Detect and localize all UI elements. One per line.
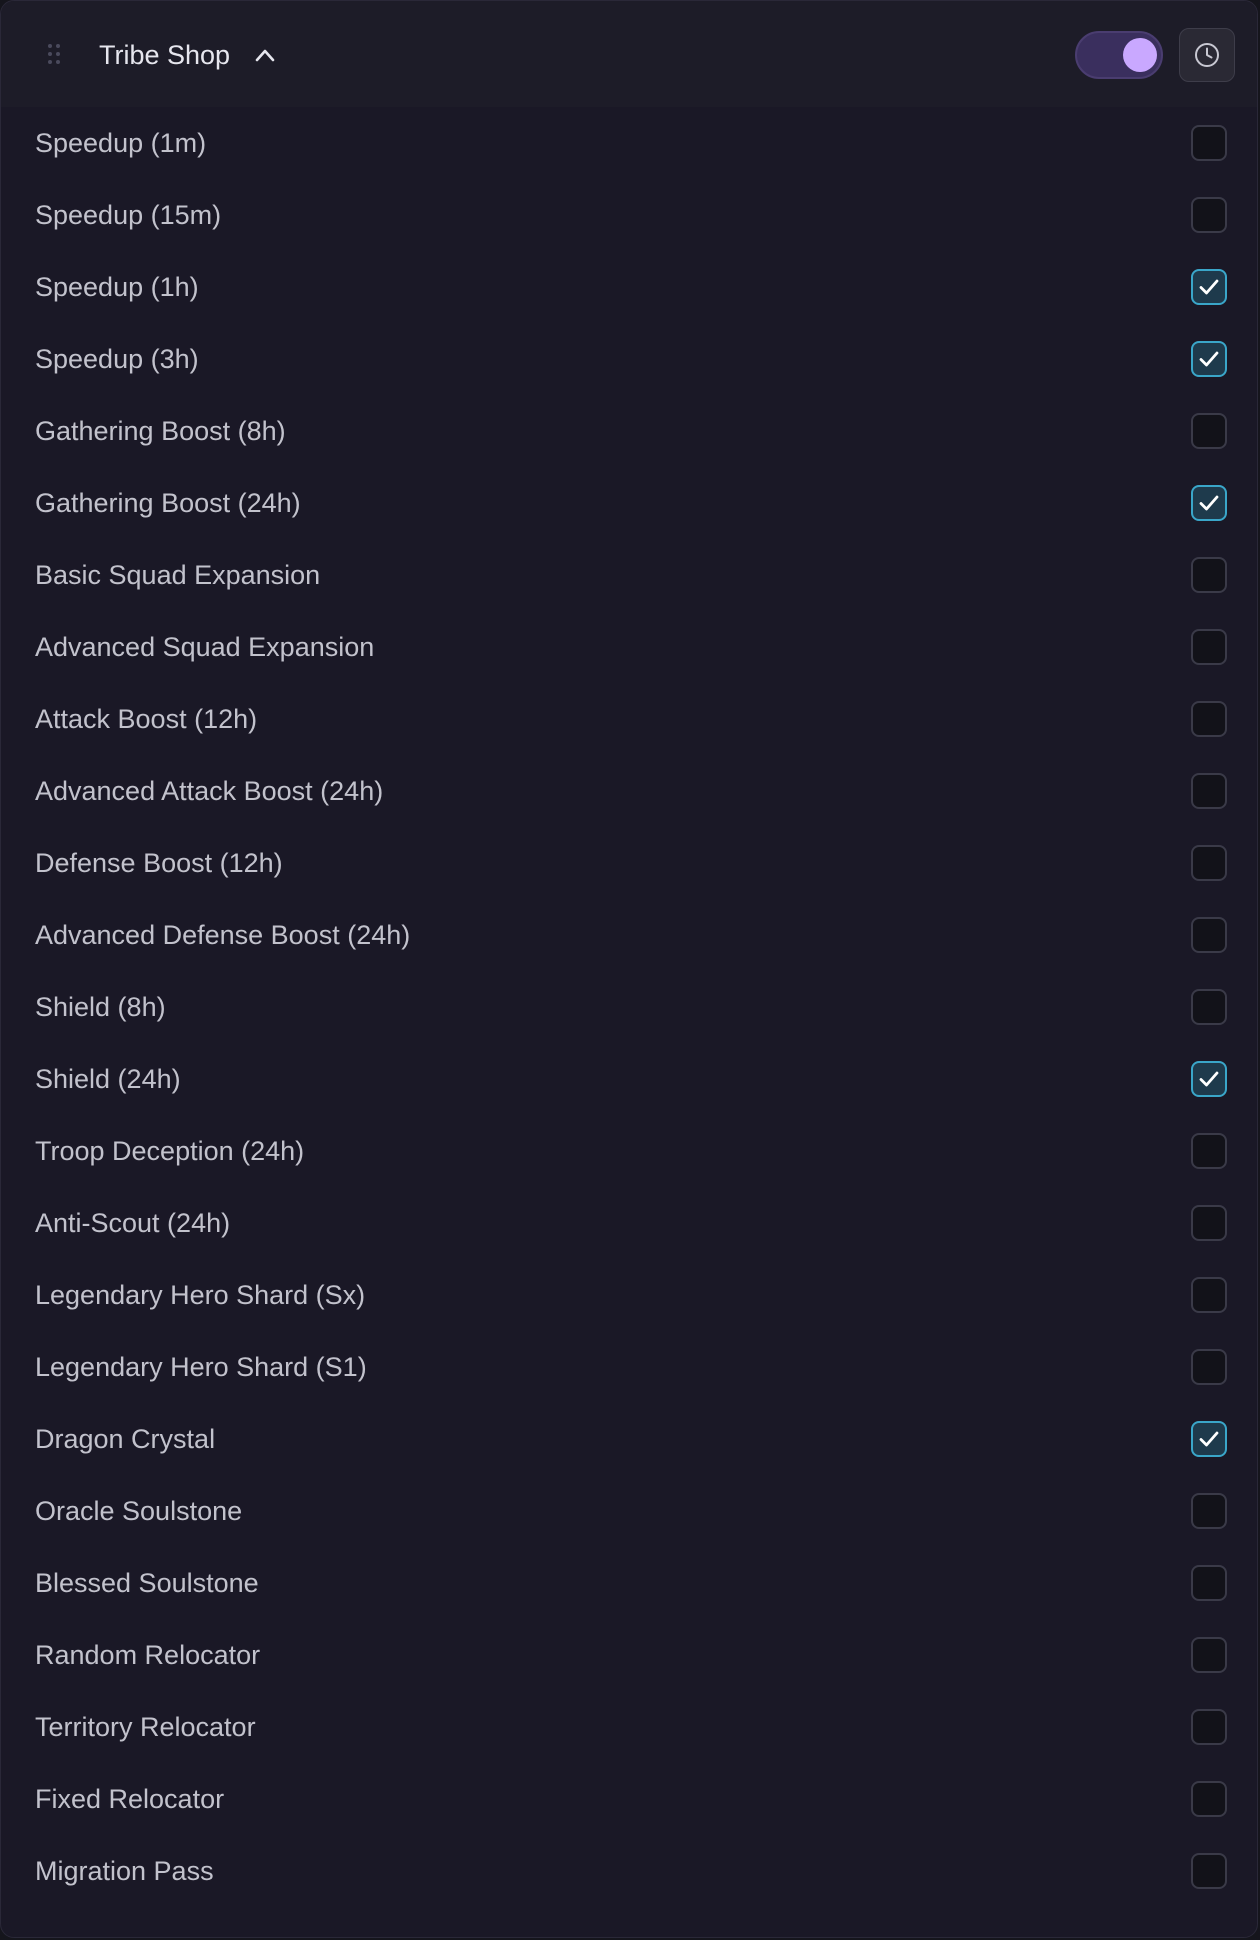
item-checkbox[interactable] <box>1191 1349 1227 1385</box>
checkmark-icon <box>1199 279 1219 295</box>
chevron-up-icon[interactable] <box>254 45 276 65</box>
history-button[interactable] <box>1179 28 1235 82</box>
item-label: Gathering Boost (8h) <box>35 416 286 446</box>
list-item[interactable]: Advanced Defense Boost (24h) <box>1 899 1257 971</box>
item-checkbox[interactable] <box>1191 197 1227 233</box>
list-item[interactable]: Oracle Soulstone <box>1 1475 1257 1547</box>
item-checkbox[interactable] <box>1191 1565 1227 1601</box>
item-checkbox[interactable] <box>1191 845 1227 881</box>
item-checkbox[interactable] <box>1191 629 1227 665</box>
item-label: Basic Squad Expansion <box>35 560 321 590</box>
item-checkbox[interactable] <box>1191 269 1227 305</box>
item-label: Advanced Squad Expansion <box>35 632 375 662</box>
list-item[interactable]: Basic Squad Expansion <box>1 539 1257 611</box>
item-checkbox[interactable] <box>1191 1637 1227 1673</box>
list-item[interactable]: Legendary Hero Shard (Sx) <box>1 1259 1257 1331</box>
item-label: Speedup (3h) <box>35 344 199 374</box>
checkmark-icon <box>1199 351 1219 367</box>
list-item[interactable]: Attack Boost (12h) <box>1 683 1257 755</box>
enable-toggle[interactable] <box>1075 31 1163 79</box>
item-label: Dragon Crystal <box>35 1424 216 1454</box>
list-item[interactable]: Anti-Scout (24h) <box>1 1187 1257 1259</box>
item-label: Advanced Defense Boost (24h) <box>35 920 411 950</box>
item-label: Shield (24h) <box>35 1064 181 1094</box>
item-checkbox[interactable] <box>1191 1709 1227 1745</box>
item-checkbox[interactable] <box>1191 1277 1227 1313</box>
item-label: Oracle Soulstone <box>35 1496 243 1526</box>
tribe-shop-panel: Tribe Shop Speedup (1m) Speedup (15m) Spee… <box>0 0 1258 1938</box>
item-label: Speedup (1m) <box>35 128 207 158</box>
item-checkbox[interactable] <box>1191 125 1227 161</box>
list-item[interactable]: Speedup (1m) <box>1 107 1257 179</box>
list-item[interactable]: Speedup (3h) <box>1 323 1257 395</box>
list-item[interactable]: Advanced Squad Expansion <box>1 611 1257 683</box>
list-item[interactable]: Troop Deception (24h) <box>1 1115 1257 1187</box>
list-item[interactable]: Legendary Hero Shard (S1) <box>1 1331 1257 1403</box>
item-label: Gathering Boost (24h) <box>35 488 301 518</box>
list-item[interactable]: Fixed Relocator <box>1 1763 1257 1835</box>
item-label: Defense Boost (12h) <box>35 848 283 878</box>
list-item[interactable]: Shield (8h) <box>1 971 1257 1043</box>
item-checkbox[interactable] <box>1191 1421 1227 1457</box>
item-checkbox[interactable] <box>1191 1493 1227 1529</box>
grip-dots-icon[interactable] <box>48 44 62 68</box>
list-item[interactable]: Gathering Boost (8h) <box>1 395 1257 467</box>
checkmark-icon <box>1199 1431 1219 1447</box>
item-label: Legendary Hero Shard (S1) <box>35 1352 367 1382</box>
item-checkbox[interactable] <box>1191 1061 1227 1097</box>
list-item[interactable]: Advanced Attack Boost (24h) <box>1 755 1257 827</box>
item-label: Random Relocator <box>35 1640 261 1670</box>
list-item[interactable]: Blessed Soulstone <box>1 1547 1257 1619</box>
item-checkbox[interactable] <box>1191 1781 1227 1817</box>
item-label: Fixed Relocator <box>35 1784 225 1814</box>
item-checkbox[interactable] <box>1191 341 1227 377</box>
item-label: Anti-Scout (24h) <box>35 1208 231 1238</box>
item-label: Blessed Soulstone <box>35 1568 259 1598</box>
item-checkbox[interactable] <box>1191 989 1227 1025</box>
item-checkbox[interactable] <box>1191 773 1227 809</box>
clock-icon <box>1195 43 1219 67</box>
item-checkbox[interactable] <box>1191 557 1227 593</box>
item-checkbox[interactable] <box>1191 917 1227 953</box>
item-label: Shield (8h) <box>35 992 166 1022</box>
item-label: Territory Relocator <box>35 1712 256 1742</box>
list-item[interactable]: Dragon Crystal <box>1 1403 1257 1475</box>
checkmark-icon <box>1199 1071 1219 1087</box>
item-label: Attack Boost (12h) <box>35 704 258 734</box>
list-item[interactable]: Speedup (1h) <box>1 251 1257 323</box>
item-checkbox[interactable] <box>1191 701 1227 737</box>
item-label: Migration Pass <box>35 1856 214 1886</box>
list-item[interactable]: Speedup (15m) <box>1 179 1257 251</box>
list-item[interactable]: Defense Boost (12h) <box>1 827 1257 899</box>
panel-header[interactable]: Tribe Shop <box>1 1 1257 107</box>
list-item[interactable]: Territory Relocator <box>1 1691 1257 1763</box>
checkmark-icon <box>1199 495 1219 511</box>
panel-title: Tribe Shop <box>99 40 231 70</box>
item-label: Advanced Attack Boost (24h) <box>35 776 384 806</box>
item-list: Speedup (1m) Speedup (15m) Speedup (1h) Spe… <box>1 107 1257 1907</box>
item-checkbox[interactable] <box>1191 1853 1227 1889</box>
item-checkbox[interactable] <box>1191 485 1227 521</box>
item-checkbox[interactable] <box>1191 1205 1227 1241</box>
item-checkbox[interactable] <box>1191 1133 1227 1169</box>
list-item[interactable]: Migration Pass <box>1 1835 1257 1907</box>
list-item[interactable]: Shield (24h) <box>1 1043 1257 1115</box>
list-item[interactable]: Gathering Boost (24h) <box>1 467 1257 539</box>
item-label: Legendary Hero Shard (Sx) <box>35 1280 366 1310</box>
item-label: Speedup (1h) <box>35 272 199 302</box>
toggle-knob <box>1123 38 1157 72</box>
item-label: Troop Deception (24h) <box>35 1136 305 1166</box>
list-item[interactable]: Random Relocator <box>1 1619 1257 1691</box>
item-checkbox[interactable] <box>1191 413 1227 449</box>
item-label: Speedup (15m) <box>35 200 222 230</box>
